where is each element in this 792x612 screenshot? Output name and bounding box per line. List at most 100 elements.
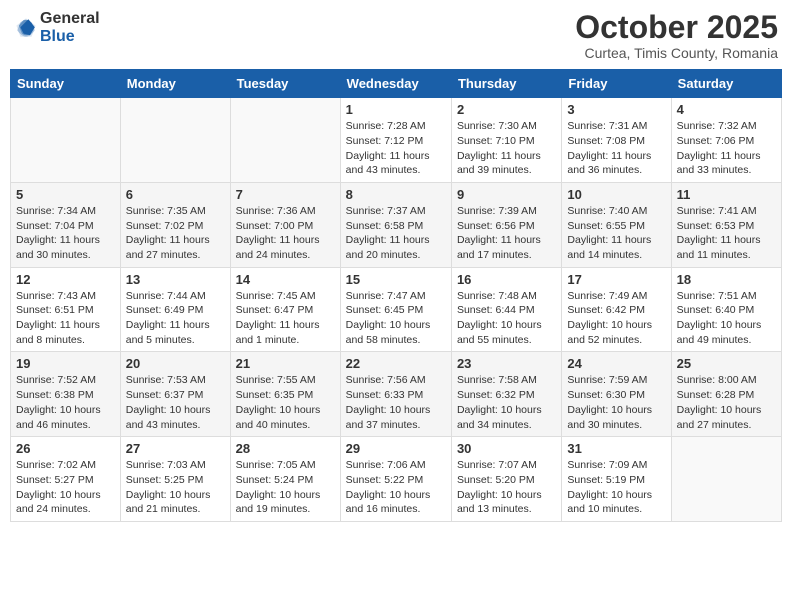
day-number: 11 xyxy=(677,187,776,202)
day-info: Sunrise: 7:31 AMSunset: 7:08 PMDaylight:… xyxy=(567,119,665,178)
table-row: 24 Sunrise: 7:59 AMSunset: 6:30 PMDayligh… xyxy=(562,352,671,437)
logo-general-text: General xyxy=(40,10,100,27)
table-row: 3 Sunrise: 7:31 AMSunset: 7:08 PMDaylight… xyxy=(562,98,671,183)
day-info: Sunrise: 7:30 AMSunset: 7:10 PMDaylight:… xyxy=(457,119,556,178)
day-info: Sunrise: 7:36 AMSunset: 7:00 PMDaylight:… xyxy=(236,204,335,263)
table-row: 20 Sunrise: 7:53 AMSunset: 6:37 PMDayligh… xyxy=(120,352,230,437)
table-row: 17 Sunrise: 7:49 AMSunset: 6:42 PMDayligh… xyxy=(562,267,671,352)
table-row: 12Sunrise: 7:43 AMSunset: 6:51 PMDayligh… xyxy=(11,267,121,352)
calendar-table: Sunday Monday Tuesday Wednesday Thursday… xyxy=(10,69,782,522)
day-number: 14 xyxy=(236,272,335,287)
day-number: 4 xyxy=(677,102,776,117)
table-row: 25 Sunrise: 8:00 AMSunset: 6:28 PMDayligh… xyxy=(671,352,781,437)
day-number: 21 xyxy=(236,356,335,371)
day-number: 16 xyxy=(457,272,556,287)
day-info: Sunrise: 7:06 AMSunset: 5:22 PMDaylight:… xyxy=(346,458,446,517)
day-number: 7 xyxy=(236,187,335,202)
day-number: 20 xyxy=(126,356,225,371)
day-info: Sunrise: 7:53 AMSunset: 6:37 PMDaylight:… xyxy=(126,373,225,432)
col-sunday: Sunday xyxy=(11,70,121,98)
day-info: Sunrise: 7:49 AMSunset: 6:42 PMDaylight:… xyxy=(567,289,665,348)
day-number: 10 xyxy=(567,187,665,202)
day-number: 25 xyxy=(677,356,776,371)
col-saturday: Saturday xyxy=(671,70,781,98)
day-number: 28 xyxy=(236,441,335,456)
day-number: 17 xyxy=(567,272,665,287)
table-row: 9 Sunrise: 7:39 AMSunset: 6:56 PMDaylight… xyxy=(451,182,561,267)
day-number: 24 xyxy=(567,356,665,371)
col-tuesday: Tuesday xyxy=(230,70,340,98)
day-info: Sunrise: 7:44 AMSunset: 6:49 PMDaylight:… xyxy=(126,289,225,348)
day-number: 18 xyxy=(677,272,776,287)
day-info: Sunrise: 7:35 AMSunset: 7:02 PMDaylight:… xyxy=(126,204,225,263)
day-number: 2 xyxy=(457,102,556,117)
logo: General Blue xyxy=(14,10,100,46)
table-row xyxy=(11,98,121,183)
table-row: 26Sunrise: 7:02 AMSunset: 5:27 PMDayligh… xyxy=(11,437,121,522)
table-row: 7 Sunrise: 7:36 AMSunset: 7:00 PMDaylight… xyxy=(230,182,340,267)
calendar-week-row: 5 Sunrise: 7:34 AMSunset: 7:04 PMDaylight… xyxy=(11,182,782,267)
table-row: 2 Sunrise: 7:30 AMSunset: 7:10 PMDaylight… xyxy=(451,98,561,183)
table-row: 18Sunrise: 7:51 AMSunset: 6:40 PMDayligh… xyxy=(671,267,781,352)
day-info: Sunrise: 7:28 AMSunset: 7:12 PMDaylight:… xyxy=(346,119,446,178)
calendar-week-row: 1 Sunrise: 7:28 AMSunset: 7:12 PMDaylight… xyxy=(11,98,782,183)
calendar-week-row: 19 Sunrise: 7:52 AMSunset: 6:38 PMDayligh… xyxy=(11,352,782,437)
day-info: Sunrise: 7:03 AMSunset: 5:25 PMDaylight:… xyxy=(126,458,225,517)
day-info: Sunrise: 7:40 AMSunset: 6:55 PMDaylight:… xyxy=(567,204,665,263)
day-number: 5 xyxy=(16,187,115,202)
table-row: 15Sunrise: 7:47 AMSunset: 6:45 PMDayligh… xyxy=(340,267,451,352)
table-row: 28 Sunrise: 7:05 AMSunset: 5:24 PMDayligh… xyxy=(230,437,340,522)
day-info: Sunrise: 7:48 AMSunset: 6:44 PMDaylight:… xyxy=(457,289,556,348)
day-number: 22 xyxy=(346,356,446,371)
day-info: Sunrise: 7:07 AMSunset: 5:20 PMDaylight:… xyxy=(457,458,556,517)
day-number: 3 xyxy=(567,102,665,117)
calendar-week-row: 12Sunrise: 7:43 AMSunset: 6:51 PMDayligh… xyxy=(11,267,782,352)
day-info: Sunrise: 7:55 AMSunset: 6:35 PMDaylight:… xyxy=(236,373,335,432)
day-info: Sunrise: 8:00 AMSunset: 6:28 PMDaylight:… xyxy=(677,373,776,432)
day-number: 27 xyxy=(126,441,225,456)
table-row: 27 Sunrise: 7:03 AMSunset: 5:25 PMDayligh… xyxy=(120,437,230,522)
day-info: Sunrise: 7:41 AMSunset: 6:53 PMDaylight:… xyxy=(677,204,776,263)
day-number: 30 xyxy=(457,441,556,456)
month-title: October 2025 xyxy=(575,10,778,45)
day-number: 23 xyxy=(457,356,556,371)
day-info: Sunrise: 7:09 AMSunset: 5:19 PMDaylight:… xyxy=(567,458,665,517)
table-row: 21 Sunrise: 7:55 AMSunset: 6:35 PMDayligh… xyxy=(230,352,340,437)
col-friday: Friday xyxy=(562,70,671,98)
day-info: Sunrise: 7:32 AMSunset: 7:06 PMDaylight:… xyxy=(677,119,776,178)
col-monday: Monday xyxy=(120,70,230,98)
day-info: Sunrise: 7:34 AMSunset: 7:04 PMDaylight:… xyxy=(16,204,115,263)
table-row: 14 Sunrise: 7:45 AMSunset: 6:47 PMDayligh… xyxy=(230,267,340,352)
table-row xyxy=(120,98,230,183)
table-row: 30 Sunrise: 7:07 AMSunset: 5:20 PMDayligh… xyxy=(451,437,561,522)
day-number: 26 xyxy=(16,441,115,456)
day-number: 12 xyxy=(16,272,115,287)
table-row: 19 Sunrise: 7:52 AMSunset: 6:38 PMDayligh… xyxy=(11,352,121,437)
day-info: Sunrise: 7:56 AMSunset: 6:33 PMDaylight:… xyxy=(346,373,446,432)
table-row: 1 Sunrise: 7:28 AMSunset: 7:12 PMDaylight… xyxy=(340,98,451,183)
day-number: 8 xyxy=(346,187,446,202)
generalblue-logo-icon xyxy=(14,16,38,40)
calendar-header-row: Sunday Monday Tuesday Wednesday Thursday… xyxy=(11,70,782,98)
table-row: 5 Sunrise: 7:34 AMSunset: 7:04 PMDaylight… xyxy=(11,182,121,267)
table-row: 16 Sunrise: 7:48 AMSunset: 6:44 PMDayligh… xyxy=(451,267,561,352)
day-number: 6 xyxy=(126,187,225,202)
day-info: Sunrise: 7:39 AMSunset: 6:56 PMDaylight:… xyxy=(457,204,556,263)
col-thursday: Thursday xyxy=(451,70,561,98)
logo-blue-text: Blue xyxy=(40,28,75,45)
table-row: 13Sunrise: 7:44 AMSunset: 6:49 PMDayligh… xyxy=(120,267,230,352)
table-row: 11 Sunrise: 7:41 AMSunset: 6:53 PMDayligh… xyxy=(671,182,781,267)
day-number: 19 xyxy=(16,356,115,371)
day-number: 31 xyxy=(567,441,665,456)
day-info: Sunrise: 7:05 AMSunset: 5:24 PMDaylight:… xyxy=(236,458,335,517)
day-info: Sunrise: 7:52 AMSunset: 6:38 PMDaylight:… xyxy=(16,373,115,432)
day-info: Sunrise: 7:59 AMSunset: 6:30 PMDaylight:… xyxy=(567,373,665,432)
title-section: October 2025 Curtea, Timis County, Roman… xyxy=(575,10,778,61)
table-row: 22 Sunrise: 7:56 AMSunset: 6:33 PMDayligh… xyxy=(340,352,451,437)
table-row: 23Sunrise: 7:58 AMSunset: 6:32 PMDayligh… xyxy=(451,352,561,437)
day-number: 1 xyxy=(346,102,446,117)
day-number: 9 xyxy=(457,187,556,202)
table-row: 6 Sunrise: 7:35 AMSunset: 7:02 PMDaylight… xyxy=(120,182,230,267)
table-row: 29Sunrise: 7:06 AMSunset: 5:22 PMDayligh… xyxy=(340,437,451,522)
day-info: Sunrise: 7:45 AMSunset: 6:47 PMDaylight:… xyxy=(236,289,335,348)
